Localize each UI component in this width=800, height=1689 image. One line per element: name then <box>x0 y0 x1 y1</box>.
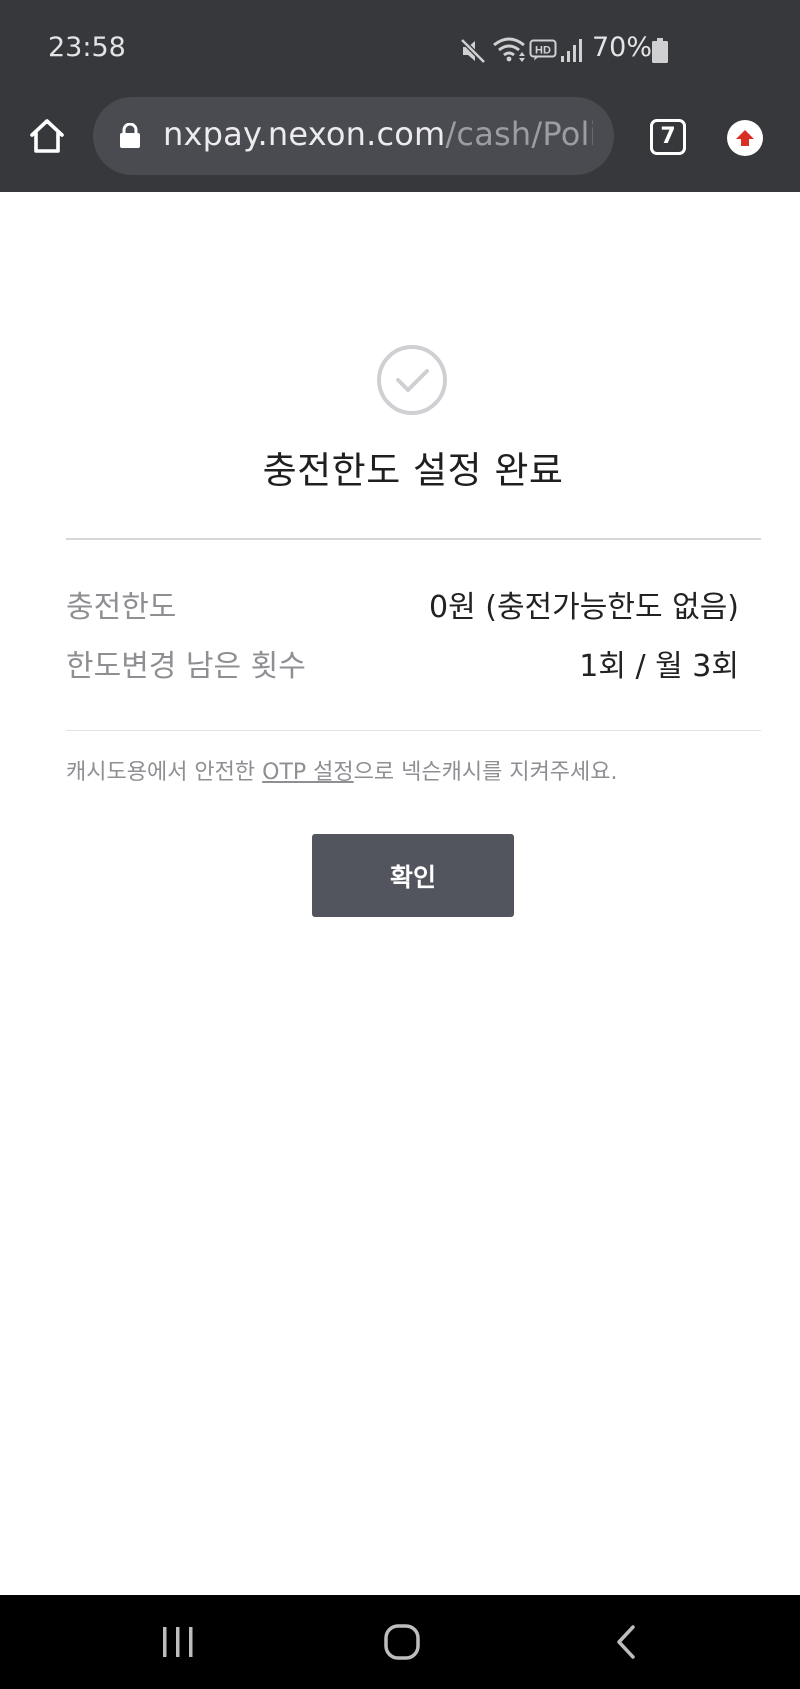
divider <box>66 730 761 731</box>
remaining-changes-label: 한도변경 남은 횟수 <box>66 649 306 684</box>
browser-home-button[interactable] <box>24 113 70 159</box>
url-host: nxpay.nexon.com <box>163 115 446 153</box>
limit-value: 0원 (충전가능한도 없음) <box>429 590 739 625</box>
url-path: /cash/Poli <box>445 115 593 153</box>
lock-icon <box>120 123 140 148</box>
remaining-changes-value: 1회 / 월 3회 <box>579 649 739 684</box>
url-text: nxpay.nexon.com/cash/Poli <box>163 115 593 153</box>
check-circle-icon <box>377 345 447 415</box>
system-home-button[interactable] <box>372 1617 432 1667</box>
page-title: 충전한도 설정 완료 <box>262 449 564 492</box>
mute-icon <box>460 38 486 64</box>
wifi-icon <box>493 37 525 62</box>
recent-apps-button[interactable] <box>148 1617 208 1667</box>
svg-text:HD: HD <box>535 45 551 57</box>
system-navigation-bar <box>0 1595 800 1689</box>
notice-text-before: 캐시도용에서 안전한 <box>66 760 263 785</box>
battery-percent: 70% <box>592 32 653 63</box>
url-bar[interactable]: nxpay.nexon.com/cash/Poli <box>93 97 614 175</box>
limit-label: 충전한도 <box>66 590 177 625</box>
confirm-button[interactable]: 확인 <box>312 834 514 917</box>
home-circle-icon <box>384 1624 420 1660</box>
info-row-remaining-changes: 한도변경 남은 횟수 1회 / 월 3회 <box>66 641 739 685</box>
divider <box>66 538 761 540</box>
browser-chrome: 23:58 HD 70% nxpay.nexon.com/cash/Poli 7 <box>0 0 800 192</box>
tab-switcher-button[interactable]: 7 <box>650 119 686 155</box>
otp-settings-link[interactable]: OTP 설정 <box>262 760 354 785</box>
hd-icon: HD <box>529 39 557 61</box>
recent-apps-icon <box>163 1627 193 1657</box>
back-button[interactable] <box>596 1617 656 1667</box>
status-time: 23:58 <box>48 32 126 63</box>
battery-icon <box>652 38 668 63</box>
signal-icon <box>561 39 582 62</box>
info-row-limit: 충전한도 0원 (충전가능한도 없음) <box>66 582 739 626</box>
update-button[interactable] <box>727 120 763 156</box>
otp-notice: 캐시도용에서 안전한 OTP 설정으로 넥슨캐시를 지켜주세요. <box>66 754 618 786</box>
notice-text-after: 으로 넥슨캐시를 지켜주세요. <box>353 760 618 785</box>
back-icon <box>617 1625 635 1659</box>
home-icon <box>30 119 64 153</box>
update-icon <box>736 130 754 146</box>
